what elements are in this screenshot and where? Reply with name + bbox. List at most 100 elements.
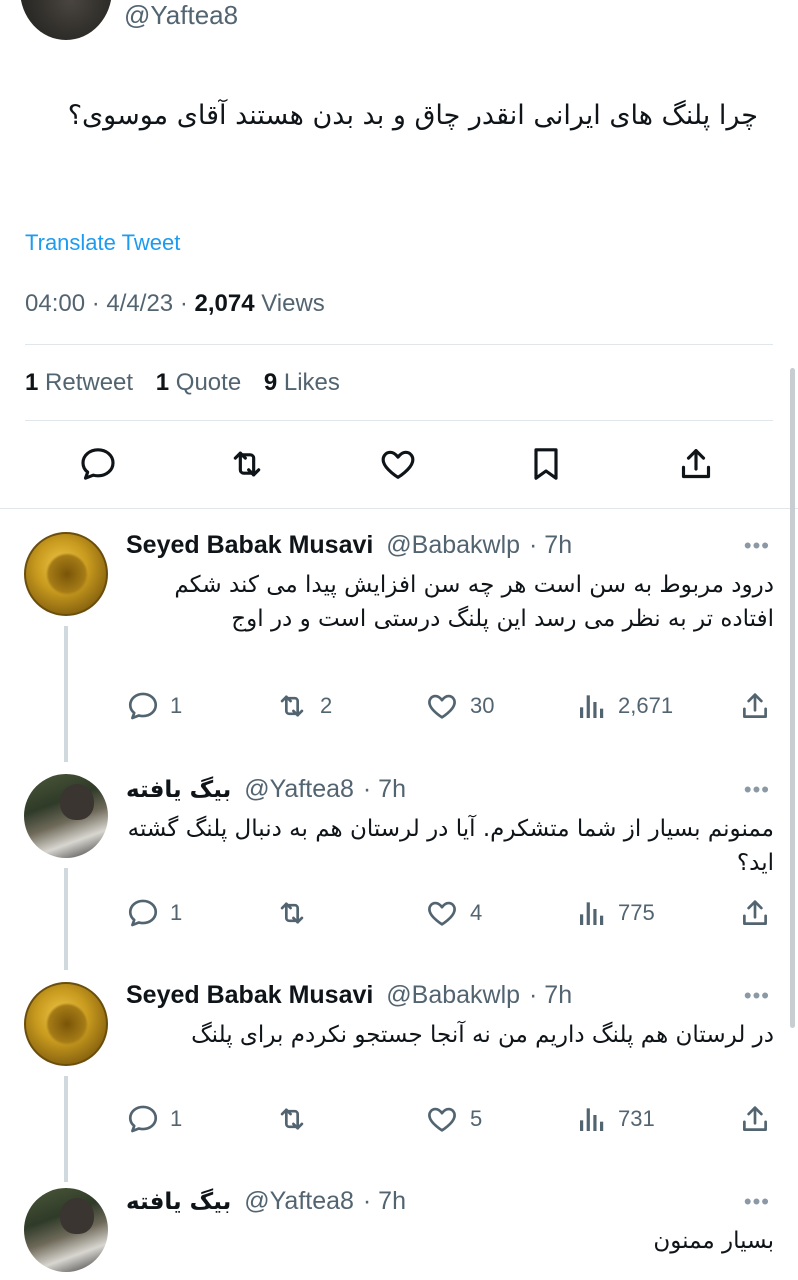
retweets-stat[interactable]: 1 Retweet [25, 369, 133, 396]
tweet-action-bar [0, 440, 798, 490]
reply-icon [128, 692, 158, 720]
reply-button[interactable]: 1 [126, 896, 182, 930]
views-count: 2,671 [618, 693, 674, 718]
like-button[interactable]: 5 [424, 1102, 482, 1136]
reply-icon[interactable] [76, 440, 120, 488]
views-icon [580, 1108, 604, 1131]
divider [25, 344, 773, 345]
reply-header: بیگ یافته @Yaftea8 · 7h [126, 772, 406, 806]
share-button[interactable] [738, 689, 772, 723]
scrollbar[interactable] [790, 368, 795, 1028]
reply-icon [128, 899, 158, 927]
meta-separator: · [91, 290, 100, 317]
share-icon [743, 693, 767, 718]
share-button[interactable] [738, 896, 772, 930]
engagement-stats: 1 Retweet 1 Quote 9 Likes [25, 368, 356, 398]
avatar[interactable] [20, 0, 112, 40]
more-options-icon[interactable]: ••• [744, 985, 770, 1007]
like-icon [428, 901, 456, 926]
more-options-icon[interactable]: ••• [744, 1191, 770, 1213]
retweet-button[interactable] [274, 896, 310, 930]
reply-header: بیگ یافته @Yaftea8 · 7h [126, 1184, 406, 1218]
thread-line [64, 626, 68, 762]
tweet-meta: 04:00 · 4/4/23 · 2,074 Views [25, 289, 325, 319]
retweet-button[interactable]: 2 [274, 689, 332, 723]
reply-action-bar: 1 4 775 [126, 896, 776, 930]
share-icon [743, 900, 767, 925]
views-count: 775 [618, 900, 655, 925]
reply-count: 1 [170, 900, 183, 925]
avatar[interactable] [24, 982, 108, 1066]
avatar[interactable] [24, 1188, 108, 1272]
author-handle[interactable]: @Babakwlp [386, 531, 520, 559]
author-name[interactable]: بیگ یافته [126, 1189, 231, 1215]
views-label: Views [261, 290, 325, 317]
author-name[interactable]: Seyed Babak Musavi [126, 531, 373, 559]
reply-action-bar: 1 2 30 2,671 [126, 689, 776, 723]
avatar[interactable] [24, 532, 108, 616]
thread-line [64, 1076, 68, 1182]
share-icon [743, 1106, 767, 1131]
like-count: 30 [470, 693, 495, 718]
meta-separator: · [179, 290, 188, 317]
like-icon[interactable] [376, 440, 420, 488]
divider [25, 420, 773, 421]
retweet-count: 2 [320, 693, 333, 718]
reply-header: Seyed Babak Musavi @Babakwlp · 7h [126, 978, 572, 1012]
retweet-icon[interactable] [225, 440, 269, 488]
likes-stat[interactable]: 9 Likes [264, 369, 340, 396]
author-handle[interactable]: @Yaftea8 [244, 775, 354, 803]
bookmark-icon[interactable] [524, 440, 568, 488]
reply-time[interactable]: · 7h [529, 981, 572, 1009]
reply-header: Seyed Babak Musavi @Babakwlp · 7h [126, 528, 572, 562]
author-name[interactable]: بیگ یافته [126, 777, 231, 803]
reply-count: 1 [170, 1106, 183, 1131]
like-icon [428, 694, 456, 719]
tweet-text: چرا پلنگ های ایرانی انقدر چاق و بد بدن ه… [67, 100, 758, 131]
views-button[interactable]: 775 [576, 896, 655, 930]
more-options-icon[interactable]: ••• [744, 535, 770, 557]
retweet-icon [280, 1108, 304, 1130]
retweet-icon [280, 902, 304, 924]
like-button[interactable]: 30 [424, 689, 494, 723]
like-button[interactable]: 4 [424, 896, 482, 930]
reply-count: 1 [170, 693, 183, 718]
views-button[interactable]: 731 [576, 1102, 655, 1136]
share-button[interactable] [738, 1102, 772, 1136]
tweet-date[interactable]: 4/4/23 [106, 290, 173, 317]
more-options-icon[interactable]: ••• [744, 779, 770, 801]
reply-icon [128, 1105, 158, 1133]
share-icon[interactable] [674, 440, 718, 488]
quotes-stat[interactable]: 1 Quote [156, 369, 241, 396]
author-name[interactable]: Seyed Babak Musavi [126, 981, 373, 1009]
reply-button[interactable]: 1 [126, 1102, 182, 1136]
views-count: 731 [618, 1106, 655, 1131]
retweet-button[interactable] [274, 1102, 310, 1136]
reply-button[interactable]: 1 [126, 689, 182, 723]
main-tweet: @Yaftea8 چرا پلنگ های ایرانی انقدر چاق و… [0, 0, 798, 508]
views-count: 2,074 [194, 290, 255, 317]
views-button[interactable]: 2,671 [576, 689, 673, 723]
tweet-time[interactable]: 04:00 [25, 290, 85, 317]
author-handle[interactable]: @Yaftea8 [244, 1187, 354, 1215]
reply-time[interactable]: · 7h [363, 1187, 406, 1215]
reply-time[interactable]: · 7h [529, 531, 572, 559]
like-count: 5 [470, 1106, 483, 1131]
reply-text: ممنونم بسیار از شما متشکرم. آیا در لرستا… [127, 816, 774, 876]
thread-line [64, 868, 68, 970]
reply-text: در لرستان هم پلنگ داریم من نه آنجا جستجو… [191, 1022, 774, 1048]
author-handle[interactable]: @Yaftea8 [124, 0, 238, 30]
views-icon [580, 695, 604, 718]
divider [0, 508, 798, 509]
reply-text: درود مربوط به سن است هر چه سن افزایش پید… [174, 572, 774, 632]
author-handle[interactable]: @Babakwlp [386, 981, 520, 1009]
reply-action-bar: 1 5 731 [126, 1102, 776, 1136]
reply-time[interactable]: · 7h [363, 775, 406, 803]
translate-tweet-link[interactable]: Translate Tweet [25, 230, 180, 256]
avatar[interactable] [24, 774, 108, 858]
reply-text: بسیار ممنون [653, 1228, 774, 1254]
like-icon [428, 1107, 456, 1132]
views-icon [580, 902, 604, 925]
like-count: 4 [470, 900, 483, 925]
retweet-icon [280, 695, 304, 717]
